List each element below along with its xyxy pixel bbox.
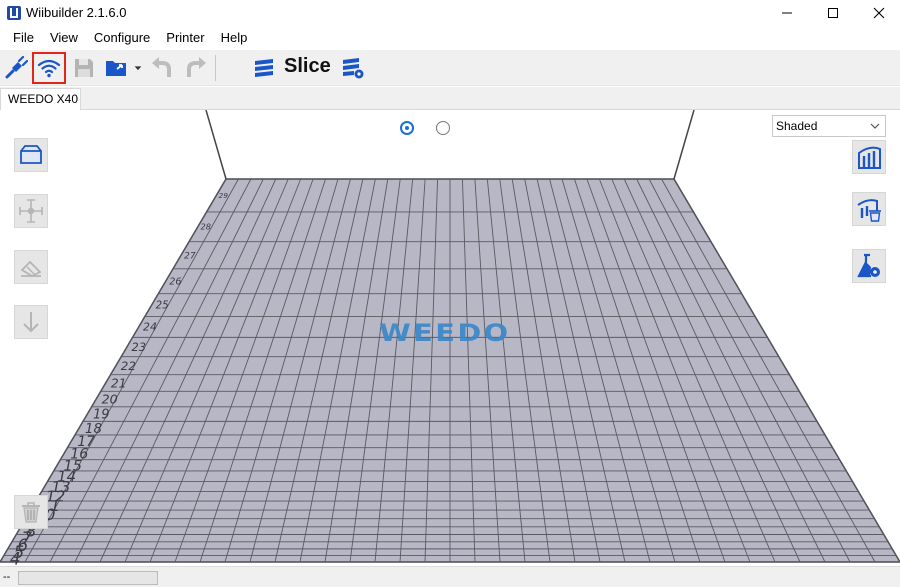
bed-row-label: 26 xyxy=(169,277,181,288)
close-icon xyxy=(873,7,885,19)
bed-row-label: 20 xyxy=(102,392,118,407)
arrow-down-icon xyxy=(23,312,39,333)
print-settings-button[interactable] xyxy=(852,249,886,283)
bed-row-label: 29 xyxy=(219,191,229,200)
status-text: -- xyxy=(3,571,11,583)
remove-support-button[interactable] xyxy=(852,192,886,226)
box-view-icon xyxy=(20,145,42,164)
open-dropdown-button[interactable] xyxy=(131,53,145,83)
progress-bar xyxy=(18,571,158,585)
layers-icon xyxy=(255,59,273,77)
view-mode-value: Shaded xyxy=(776,119,818,133)
view-mode-select[interactable]: Shaded xyxy=(772,115,886,137)
status-bar: -- xyxy=(0,566,900,587)
drop-to-bed-button[interactable] xyxy=(14,305,48,339)
trash-icon xyxy=(22,502,40,523)
lay-flat-button[interactable] xyxy=(14,250,48,284)
bed-row-label: 23 xyxy=(131,340,146,354)
folder-open-icon xyxy=(106,61,126,76)
flask-gear-icon xyxy=(857,253,880,278)
layers-gear-icon xyxy=(343,58,364,79)
menu-view[interactable]: View xyxy=(42,28,86,48)
slice-settings-button[interactable] xyxy=(338,53,368,83)
connect-button[interactable] xyxy=(1,53,31,83)
dropdown-arrow-icon xyxy=(134,66,142,71)
close-button[interactable] xyxy=(856,0,900,26)
save-icon xyxy=(75,59,93,77)
menu-configure[interactable]: Configure xyxy=(86,28,158,48)
maximize-icon xyxy=(828,8,838,18)
room-edge-right xyxy=(673,110,695,180)
slice-button[interactable] xyxy=(249,53,279,83)
room-edge-left xyxy=(205,110,227,180)
bed-row-label: 21 xyxy=(111,376,127,390)
redo-icon xyxy=(187,57,206,77)
view-radio-2[interactable] xyxy=(436,121,450,135)
bed-row-label: 24 xyxy=(143,321,157,334)
minimize-button[interactable] xyxy=(764,0,810,26)
menu-printer[interactable]: Printer xyxy=(158,28,212,48)
wifi-icon xyxy=(37,59,61,78)
move-center-icon xyxy=(19,199,43,223)
window-title: Wiibuilder 2.1.6.0 xyxy=(26,5,127,20)
bed-row-label: 27 xyxy=(184,251,196,261)
weedo-watermark: WEEDO xyxy=(379,319,511,347)
chevron-down-icon xyxy=(870,123,880,129)
bed-row-label: 25 xyxy=(156,300,169,312)
undo-button[interactable] xyxy=(147,53,177,83)
center-object-button[interactable] xyxy=(14,194,48,228)
view-radio-1[interactable] xyxy=(400,121,414,135)
view-radio-group xyxy=(400,121,450,135)
save-button[interactable] xyxy=(69,53,99,83)
support-trash-icon xyxy=(857,199,881,222)
title-bar: Wiibuilder 2.1.6.0 xyxy=(0,0,900,26)
app-icon xyxy=(7,6,21,20)
3d-viewport[interactable]: 2928272625242322212019181716151413121110… xyxy=(0,110,900,566)
tab-strip: WEEDO X40 xyxy=(0,87,900,110)
menu-bar: File View Configure Printer Help xyxy=(0,28,900,48)
bed-row-label: 22 xyxy=(121,359,136,373)
wifi-button[interactable] xyxy=(32,52,66,84)
plug-icon xyxy=(5,56,28,79)
bed-row-label: 4 xyxy=(10,549,21,566)
undo-icon xyxy=(152,57,171,77)
redo-button[interactable] xyxy=(181,53,211,83)
menu-help[interactable]: Help xyxy=(213,28,256,48)
open-button[interactable] xyxy=(101,53,131,83)
support-icon xyxy=(858,146,881,169)
perspective-view-button[interactable] xyxy=(14,138,48,172)
bed-row-label: 28 xyxy=(201,222,211,232)
toolbar: Slice xyxy=(0,50,900,86)
menu-file[interactable]: File xyxy=(5,28,42,48)
minimize-icon xyxy=(782,12,792,14)
slice-label[interactable]: Slice xyxy=(284,55,331,78)
maximize-button[interactable] xyxy=(810,0,856,26)
support-button[interactable] xyxy=(852,140,886,174)
toolbar-separator xyxy=(215,55,216,81)
lay-flat-icon xyxy=(20,260,42,278)
tab-weedo-x40[interactable]: WEEDO X40 xyxy=(0,88,81,110)
delete-button[interactable] xyxy=(14,495,48,529)
